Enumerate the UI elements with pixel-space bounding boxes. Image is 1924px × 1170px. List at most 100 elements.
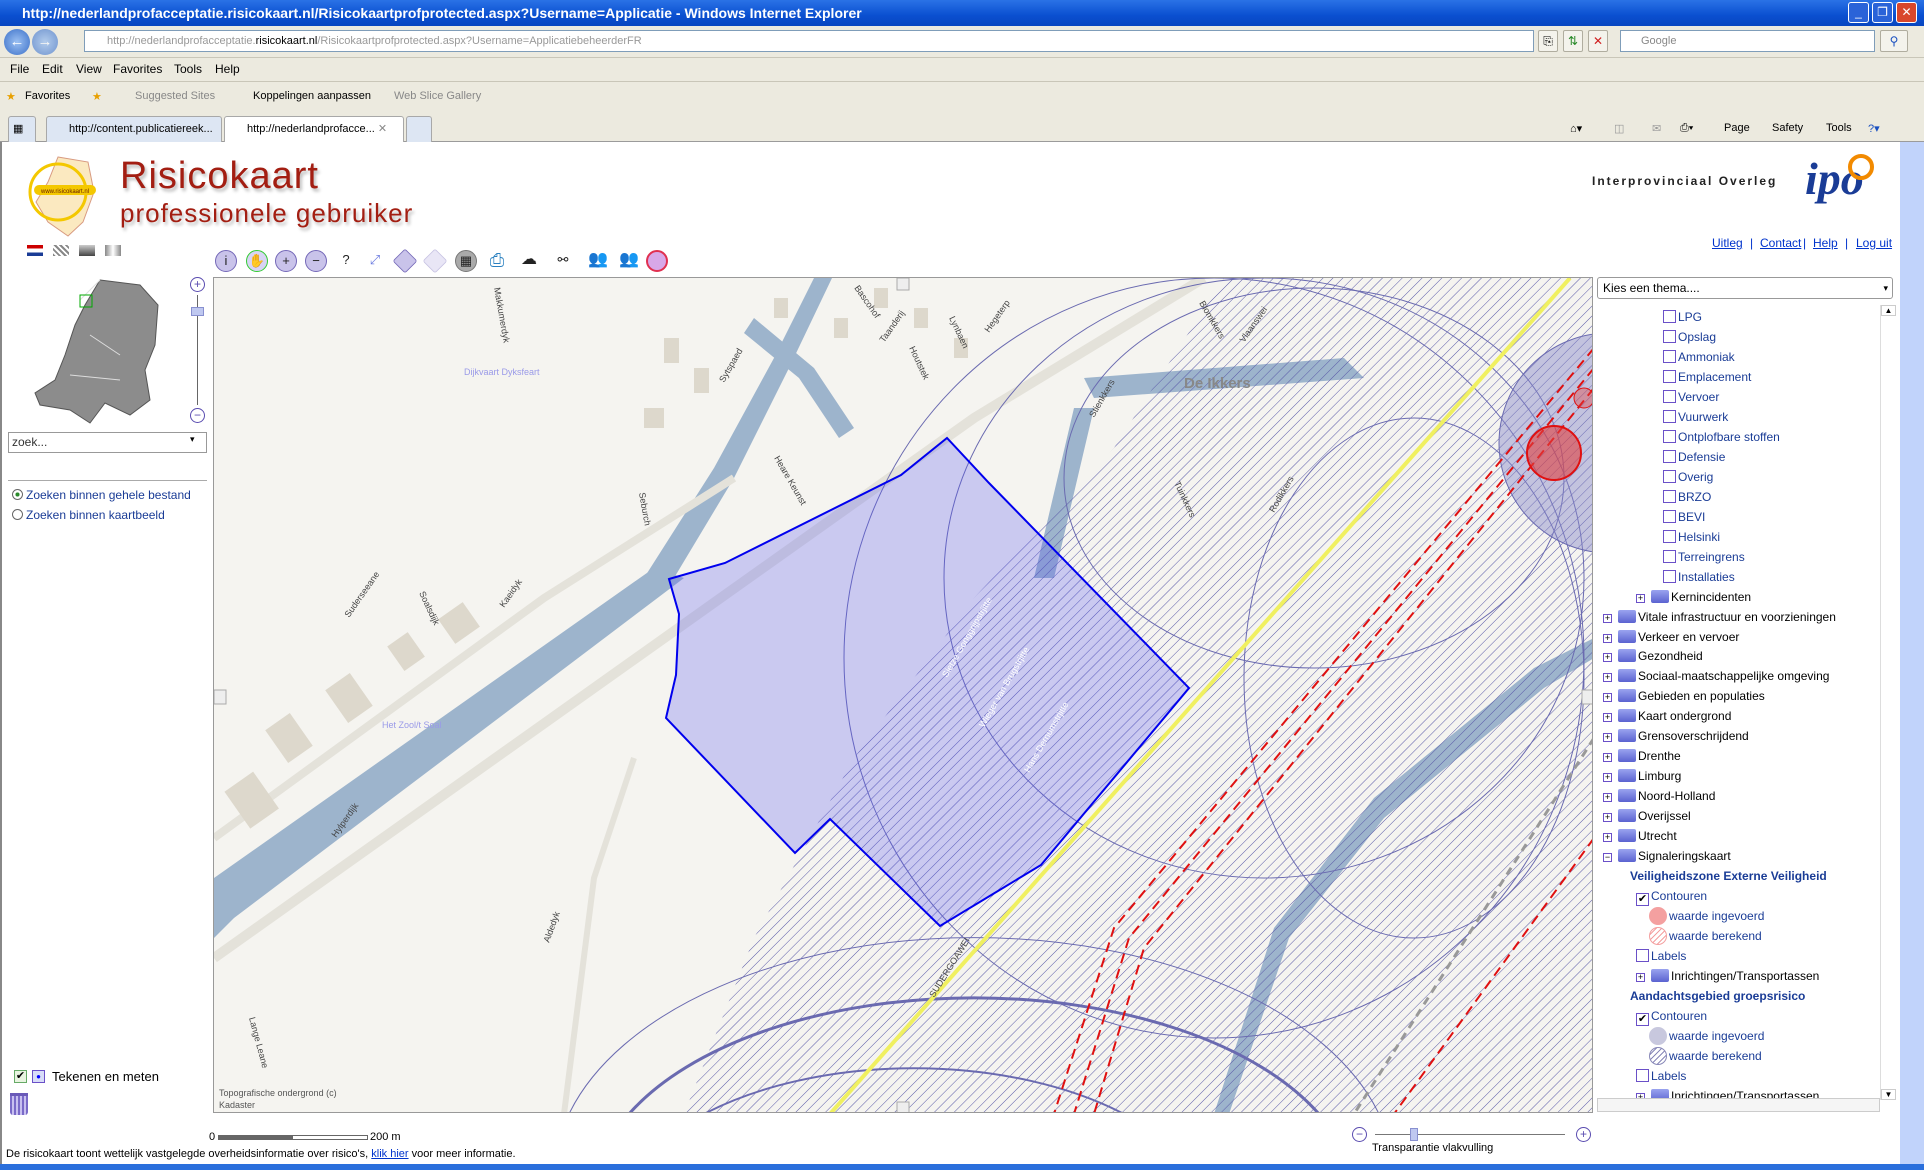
users-document-icon[interactable]: 👥	[618, 250, 640, 272]
draw-measure-checkbox[interactable]: ✔	[14, 1070, 27, 1083]
layer-group-item[interactable]: + Gebieden en populaties	[1603, 686, 1765, 706]
map-view[interactable]: De Ikkers Dijkvaart Dyksfeart Het Zool/t…	[213, 277, 1593, 1113]
add-favorite-icon[interactable]: ★	[92, 90, 102, 103]
expand-icon[interactable]: +	[1636, 973, 1645, 982]
flag-gray-icon[interactable]	[79, 245, 95, 256]
query-icon[interactable]: ?	[335, 250, 357, 272]
feeds-icon[interactable]: ◫	[1614, 122, 1624, 135]
print-icon[interactable]: ⎙	[486, 250, 508, 272]
transparency-slider[interactable]	[1375, 1134, 1565, 1135]
layer-checkbox-item[interactable]: ✔ Contouren	[1636, 1006, 1707, 1026]
stop-button[interactable]: ✕	[1588, 30, 1608, 52]
pan-left-button[interactable]	[214, 689, 227, 705]
expand-icon[interactable]: +	[1603, 613, 1612, 623]
checkbox[interactable]	[1663, 329, 1676, 343]
transparency-decrease-button[interactable]: −	[1352, 1127, 1367, 1142]
layer-checkbox-item[interactable]: Vervoer	[1663, 387, 1719, 407]
koppelingen-link[interactable]: Koppelingen aanpassen	[253, 90, 371, 102]
layer-checkbox-item[interactable]: Installaties	[1663, 567, 1735, 587]
search-dropdown-icon[interactable]: ▾	[190, 434, 195, 445]
full-extent-icon[interactable]: ⤢	[364, 250, 386, 272]
zoom-slider-handle[interactable]	[191, 307, 204, 316]
menu-edit[interactable]: Edit	[42, 62, 63, 76]
layer-group-item[interactable]: − Signaleringskaart	[1603, 846, 1731, 866]
map-canvas[interactable]: De Ikkers Dijkvaart Dyksfeart Het Zool/t…	[214, 278, 1593, 1113]
expand-icon[interactable]: +	[1603, 653, 1612, 663]
trash-icon[interactable]	[10, 1093, 28, 1115]
flag-grid-icon[interactable]	[53, 245, 69, 256]
layer-group-item[interactable]: + Grensoverschrijdend	[1603, 726, 1749, 746]
pan-up-button[interactable]	[896, 278, 910, 291]
layer-group-item[interactable]: + Kernincidenten	[1636, 587, 1751, 607]
layer-checkbox-item[interactable]: Defensie	[1663, 447, 1725, 467]
layer-checkbox-item[interactable]: LPG	[1663, 307, 1702, 327]
transparency-increase-button[interactable]: +	[1576, 1127, 1591, 1142]
expand-icon[interactable]: +	[1603, 713, 1612, 723]
expand-icon[interactable]: +	[1603, 753, 1612, 763]
checkbox[interactable]	[1663, 369, 1676, 383]
more-info-link[interactable]: klik hier	[371, 1148, 408, 1160]
tab-content-publicatiereeks[interactable]: http://content.publicatiereek...	[46, 116, 222, 142]
draw-shape-icon[interactable]: ☁	[518, 250, 540, 272]
logout-link[interactable]: Log uit	[1856, 236, 1892, 250]
expand-icon[interactable]: +	[1603, 733, 1612, 743]
overlap-icon[interactable]	[646, 250, 668, 272]
checkbox[interactable]	[1663, 349, 1676, 363]
tab-risicokaart-active[interactable]: http://nederlandprofacce... ✕	[224, 116, 404, 142]
expand-icon[interactable]: +	[1636, 593, 1645, 603]
help-icon[interactable]: ?▾	[1868, 122, 1880, 135]
checkbox[interactable]	[1636, 1068, 1649, 1082]
checkbox[interactable]	[1663, 310, 1676, 323]
minimize-button[interactable]: _	[1848, 2, 1869, 23]
pan-down-button[interactable]	[896, 1101, 910, 1113]
radio-map-view[interactable]	[12, 509, 23, 520]
checkbox[interactable]	[1663, 429, 1676, 443]
layer-checkbox-item[interactable]: Ontplofbare stoffen	[1663, 427, 1780, 447]
zoom-in-slider-button[interactable]: +	[190, 277, 205, 292]
checkbox[interactable]: ✔	[1636, 893, 1649, 907]
expand-icon[interactable]: +	[1603, 793, 1612, 803]
scroll-up-icon[interactable]: ▲	[1881, 305, 1896, 316]
layer-group-item[interactable]: + Verkeer en vervoer	[1603, 627, 1739, 647]
layer-group-item[interactable]: + Drenthe	[1603, 746, 1681, 766]
layer-checkbox-item[interactable]: ✔ Contouren	[1636, 886, 1707, 907]
layer-checkbox-item[interactable]: BRZO	[1663, 487, 1711, 507]
suggested-sites-link[interactable]: Suggested Sites	[135, 90, 215, 102]
help-link[interactable]: Help	[1813, 236, 1838, 250]
checkbox[interactable]	[1663, 509, 1676, 523]
contact-link[interactable]: Contact	[1760, 236, 1801, 250]
checkbox[interactable]	[1663, 529, 1676, 543]
restore-button[interactable]: ❐	[1872, 2, 1893, 23]
uitleg-link[interactable]: Uitleg	[1712, 236, 1743, 250]
refresh-button[interactable]: ⇅	[1563, 30, 1583, 52]
layer-tree-hscrollbar[interactable]	[1597, 1098, 1880, 1112]
checkbox[interactable]	[1663, 449, 1676, 463]
layer-checkbox-item[interactable]: Emplacement	[1663, 367, 1751, 387]
new-tab-button[interactable]	[406, 116, 432, 142]
layer-group-item[interactable]: + Sociaal-maatschappelijke omgeving	[1603, 666, 1829, 686]
expand-icon[interactable]: +	[1603, 673, 1612, 683]
page-menu[interactable]: Page	[1724, 122, 1750, 134]
expand-icon[interactable]: +	[1603, 773, 1612, 783]
layer-group-item[interactable]: + Inrichtingen/Transportassen	[1636, 966, 1819, 986]
mail-icon[interactable]: ✉	[1652, 122, 1661, 135]
checkbox[interactable]	[1663, 409, 1676, 423]
address-bar[interactable]: http://nederlandprofacceptatie.risicokaa…	[84, 30, 1534, 52]
expand-icon[interactable]: +	[1603, 633, 1612, 643]
expand-icon[interactable]: +	[1603, 693, 1612, 703]
radio-whole-dataset[interactable]	[12, 489, 23, 500]
back-button[interactable]: ←	[4, 29, 30, 55]
layer-checkbox-item[interactable]: Terreingrens	[1663, 547, 1745, 567]
select-icon[interactable]: ▦	[455, 250, 477, 272]
home-icon[interactable]: ⌂▾	[1570, 122, 1582, 135]
collapse-icon[interactable]: −	[1603, 853, 1612, 863]
layer-checkbox-item[interactable]: Labels	[1636, 946, 1686, 966]
layer-group-item[interactable]: + Limburg	[1603, 766, 1681, 786]
checkbox[interactable]	[1636, 949, 1649, 963]
layer-checkbox-item[interactable]: Labels	[1636, 1066, 1686, 1086]
menu-help[interactable]: Help	[215, 62, 240, 76]
layer-group-item[interactable]: + Utrecht	[1603, 826, 1677, 846]
checkbox[interactable]	[1663, 489, 1676, 503]
zoom-out-slider-button[interactable]: −	[190, 408, 205, 423]
expand-icon[interactable]: +	[1603, 833, 1612, 843]
